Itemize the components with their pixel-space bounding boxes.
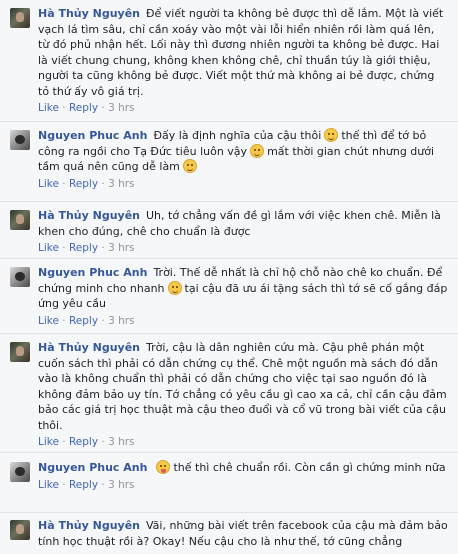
comment-author[interactable]: Hà Thủy Nguyên <box>38 341 140 354</box>
avatar[interactable] <box>10 462 30 482</box>
smile-emoji-icon <box>182 159 197 173</box>
comment-author[interactable]: Hà Thủy Nguyên <box>38 519 140 532</box>
timestamp[interactable]: 3 hrs <box>108 315 134 327</box>
avatar[interactable] <box>10 267 30 287</box>
reply-link[interactable]: Reply <box>69 436 98 448</box>
comment-author[interactable]: Nguyen Phuc Anh <box>38 461 147 474</box>
comment-author[interactable]: Hà Thủy Nguyên <box>38 7 140 20</box>
reply-link[interactable]: Reply <box>69 178 98 190</box>
timestamp[interactable]: 3 hrs <box>108 178 134 190</box>
timestamp[interactable]: 3 hrs <box>108 436 134 448</box>
tongue-emoji-icon <box>156 460 171 474</box>
comment-text-part: thế thì chê chuẩn rồi. Còn cần gì chứng … <box>173 461 446 474</box>
divider <box>0 333 458 334</box>
divider <box>0 512 458 513</box>
comment-text: Trời, cậu là dân nghiên cứu mà. Cậu phê … <box>38 341 447 432</box>
like-link[interactable]: Like <box>38 102 59 114</box>
avatar[interactable] <box>10 210 30 230</box>
comment-meta: Like · Reply · 3 hrs <box>38 242 135 254</box>
like-link[interactable]: Like <box>38 242 59 254</box>
comment-author[interactable]: Nguyen Phuc Anh <box>38 129 147 142</box>
like-link[interactable]: Like <box>38 436 59 448</box>
reply-link[interactable]: Reply <box>69 479 98 491</box>
avatar[interactable] <box>10 130 30 150</box>
comment-text-part: Đấy là định nghĩa của cậu thôi <box>153 129 322 142</box>
comment-meta: Like · Reply · 3 hrs <box>38 177 135 190</box>
smile-emoji-icon <box>167 280 182 295</box>
comment-author[interactable]: Nguyen Phuc Anh <box>38 266 147 279</box>
timestamp[interactable]: 3 hrs <box>108 102 134 114</box>
reply-link[interactable]: Reply <box>69 102 98 114</box>
divider <box>0 121 458 122</box>
avatar[interactable] <box>10 520 30 540</box>
divider <box>0 201 458 202</box>
comment-meta: Like · Reply · 3 hrs <box>38 102 135 114</box>
comment-meta: Like · Reply · 3 hrs <box>38 314 135 327</box>
comment-author[interactable]: Hà Thủy Nguyên <box>38 209 140 222</box>
like-link[interactable]: Like <box>38 178 59 190</box>
like-link[interactable]: Like <box>38 315 59 327</box>
timestamp[interactable]: 3 hrs <box>108 242 134 254</box>
avatar[interactable] <box>10 8 30 28</box>
timestamp[interactable]: 3 hrs <box>108 479 134 491</box>
reply-link[interactable]: Reply <box>69 315 98 327</box>
comment-meta: Like · Reply · 3 hrs <box>38 478 135 491</box>
divider <box>0 258 458 259</box>
like-link[interactable]: Like <box>38 479 59 491</box>
comment-text: Để viết người ta không bẻ được thì dễ lắ… <box>38 7 444 98</box>
comment-meta: Like · Reply · 3 hrs <box>38 436 135 448</box>
smile-emoji-icon <box>324 128 339 142</box>
avatar[interactable] <box>10 342 30 362</box>
smile-emoji-icon <box>250 143 265 158</box>
reply-link[interactable]: Reply <box>69 242 98 254</box>
divider <box>0 452 458 453</box>
